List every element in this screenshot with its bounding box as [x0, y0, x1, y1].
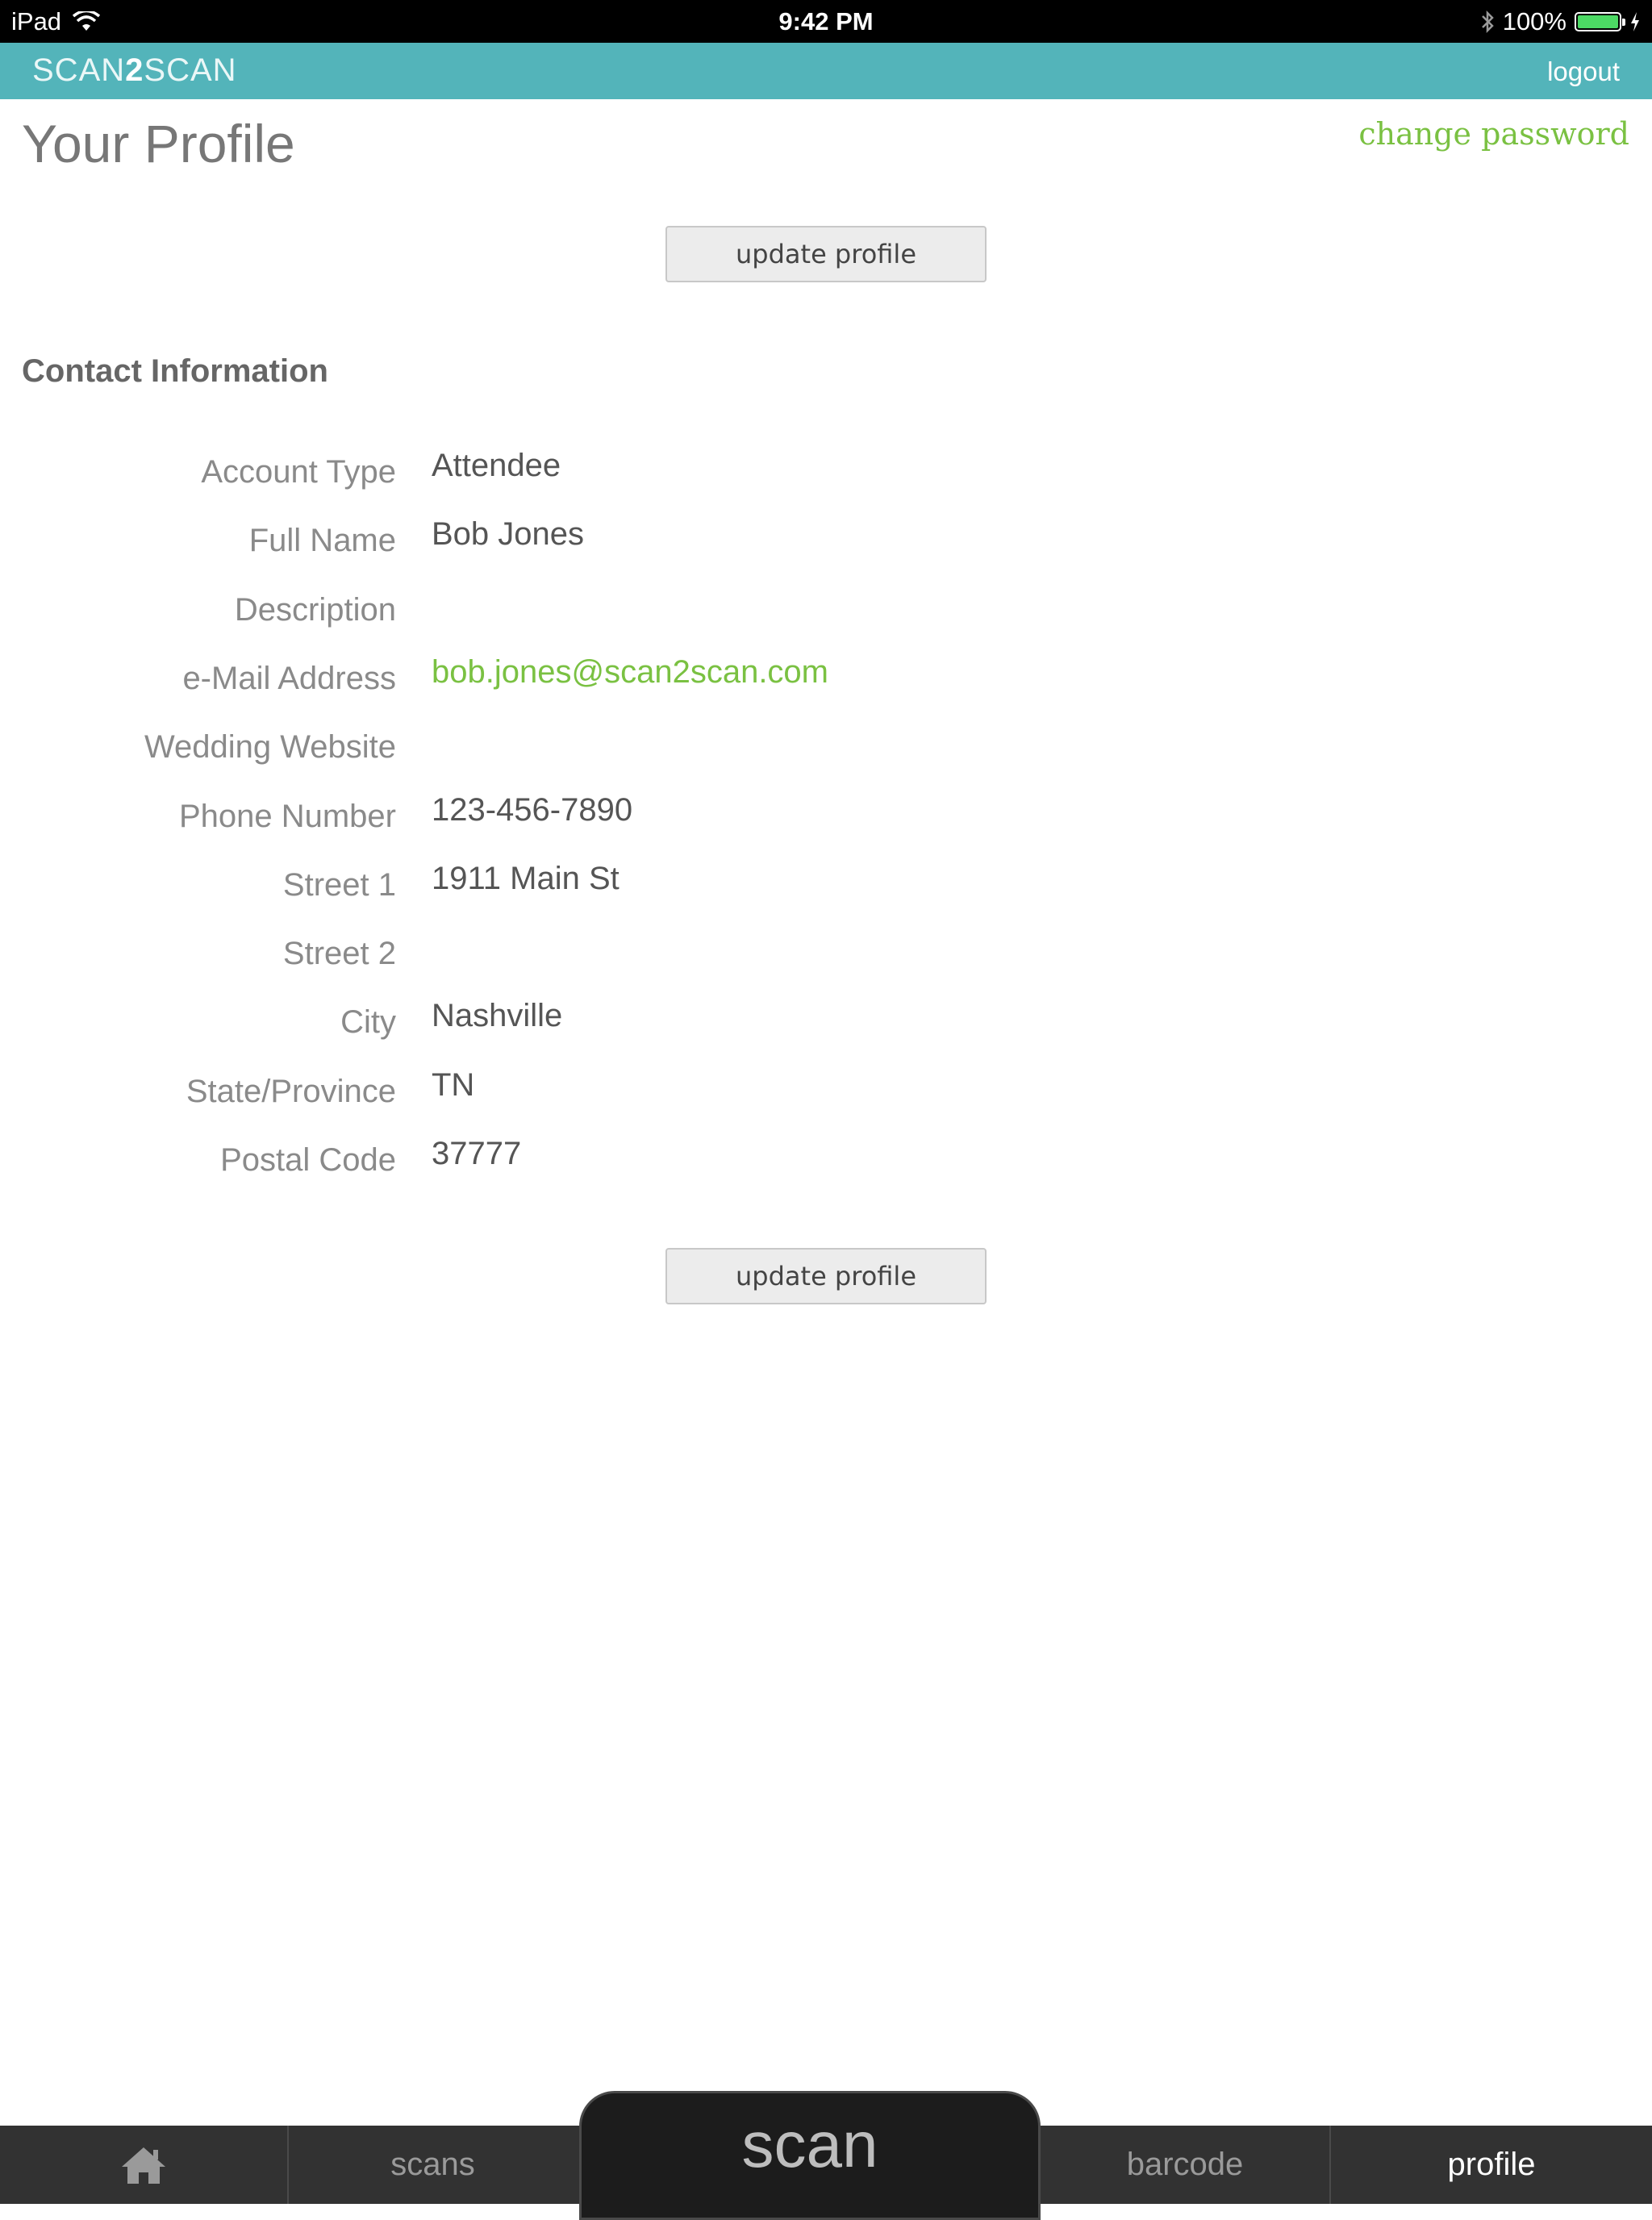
field-city: City Nashville: [0, 998, 1652, 1069]
field-account-type: Account Type Attendee: [0, 448, 1652, 519]
field-street-2: Street 2: [0, 936, 1652, 1000]
field-label: State/Province: [186, 1074, 396, 1109]
field-description: Description: [0, 592, 1652, 657]
field-value: Bob Jones: [432, 516, 585, 552]
field-label: Wedding Website: [144, 729, 396, 765]
field-label: Street 2: [282, 936, 396, 971]
battery-fill: [1578, 15, 1618, 28]
field-label: City: [340, 1004, 396, 1040]
field-wedding-website: Wedding Website: [0, 729, 1652, 794]
change-password-link[interactable]: change password: [1358, 116, 1629, 152]
tab-profile[interactable]: profile: [1331, 2126, 1652, 2204]
tab-scan[interactable]: scan: [579, 2091, 1041, 2220]
status-right: 100%: [1480, 7, 1641, 36]
field-email: e-Mail Address bob.jones@scan2scan.com: [0, 654, 1652, 725]
field-label: e-Mail Address: [182, 661, 396, 696]
field-label: Full Name: [248, 523, 396, 558]
field-state-province: State/Province TN: [0, 1067, 1652, 1138]
field-label: Account Type: [201, 454, 396, 490]
tab-home[interactable]: [0, 2126, 287, 2204]
scan-label: scan: [741, 2109, 878, 2180]
field-postal-code: Postal Code 37777: [0, 1136, 1652, 1207]
field-label: Postal Code: [220, 1142, 396, 1178]
battery-percent: 100%: [1502, 7, 1566, 35]
field-label: Description: [234, 592, 396, 628]
field-label: Street 1: [282, 867, 396, 903]
field-label: Phone Number: [178, 799, 396, 834]
charging-icon: [1631, 12, 1639, 31]
field-value: 1911 Main St: [432, 861, 620, 896]
update-profile-button-bottom[interactable]: update profile: [665, 1248, 987, 1304]
tab-scans[interactable]: scans: [289, 2126, 577, 2204]
status-time: 9:42 PM: [778, 7, 874, 35]
app-header: SCAN2SCAN logout: [0, 43, 1652, 99]
field-value: Nashville: [432, 998, 563, 1033]
tab-barcode[interactable]: barcode: [1041, 2126, 1329, 2204]
page-title: Your Profile: [22, 114, 295, 173]
field-value: Attendee: [432, 448, 561, 483]
field-value: TN: [432, 1067, 475, 1103]
home-icon: [122, 2147, 165, 2184]
logout-link[interactable]: logout: [1547, 56, 1620, 87]
field-value: 123-456-7890: [432, 792, 633, 828]
field-full-name: Full Name Bob Jones: [0, 516, 1652, 587]
brand-logo[interactable]: SCAN2SCAN: [32, 52, 237, 89]
email-link[interactable]: bob.jones@scan2scan.com: [432, 654, 828, 691]
battery-icon: [1575, 12, 1625, 31]
update-profile-button-top[interactable]: update profile: [665, 226, 987, 282]
ios-status-bar: iPad 9:42 PM 100%: [0, 0, 1652, 43]
bluetooth-icon: [1481, 10, 1494, 34]
section-title-contact: Contact Information: [22, 353, 328, 389]
field-street-1: Street 1 1911 Main St: [0, 861, 1652, 932]
field-phone: Phone Number 123-456-7890: [0, 792, 1652, 863]
field-value: 37777: [432, 1136, 522, 1171]
